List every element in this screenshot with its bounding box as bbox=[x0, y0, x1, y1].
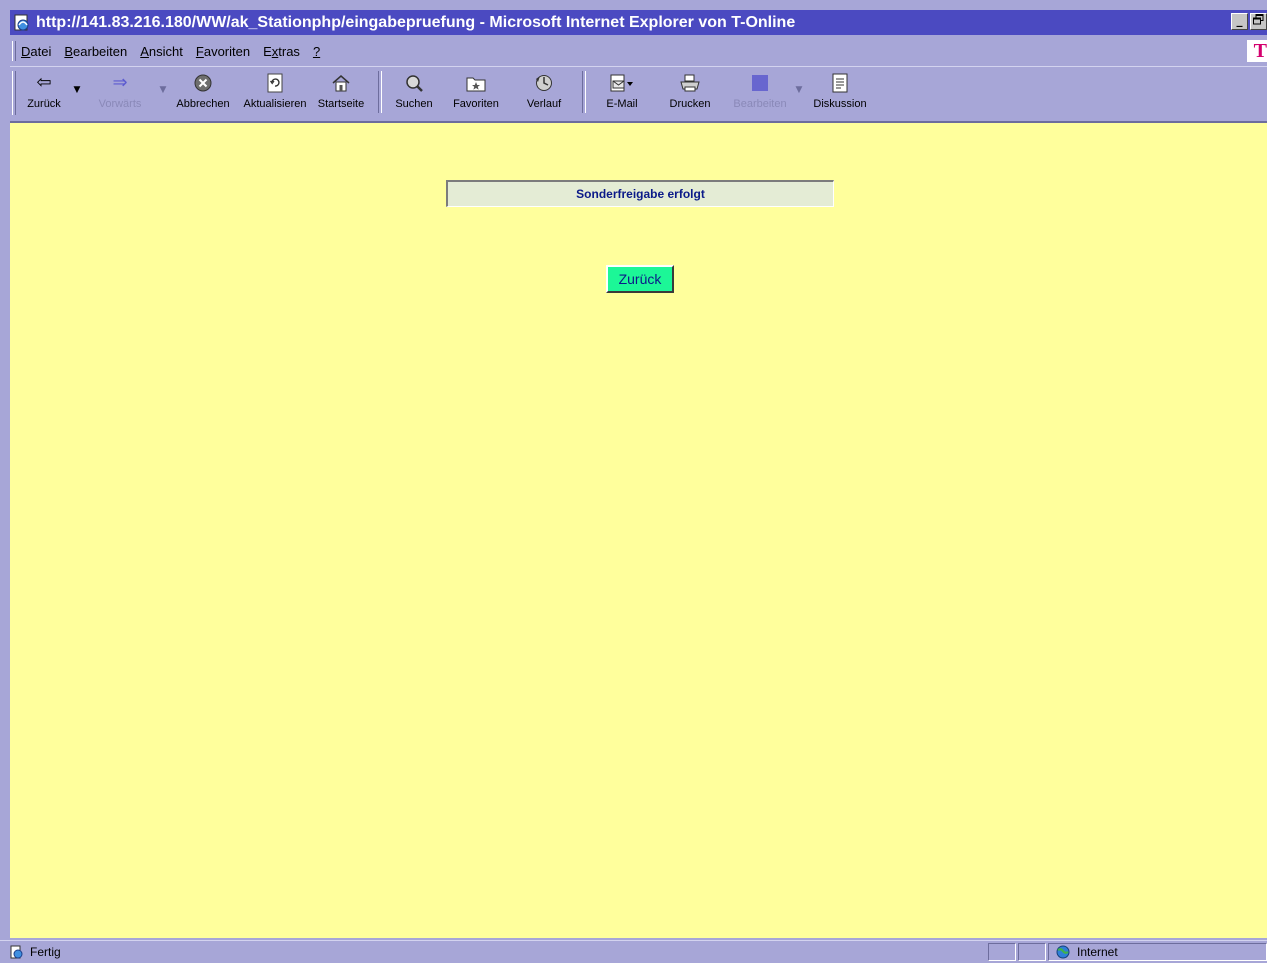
minimize-button[interactable]: _ bbox=[1231, 13, 1248, 30]
search-icon bbox=[401, 71, 427, 95]
menu-ansicht[interactable]: Ansicht bbox=[140, 44, 183, 59]
forward-arrow-icon: ⇒ bbox=[112, 72, 128, 93]
status-message-box: Sonderfreigabe erfolgt bbox=[446, 180, 834, 207]
t-online-logo: T bbox=[1247, 40, 1267, 62]
history-icon bbox=[531, 71, 557, 95]
status-main: Fertig bbox=[10, 945, 61, 959]
back-toolbar-button[interactable]: ⇦ Zurück bbox=[16, 67, 72, 117]
window-title: http://141.83.216.180/WW/ak_Stationphp/e… bbox=[36, 13, 796, 31]
stop-icon bbox=[190, 71, 216, 95]
menu-extras[interactable]: Extras bbox=[263, 44, 300, 59]
discuss-toolbar-button[interactable]: Diskussion bbox=[804, 67, 876, 117]
ie-page-icon bbox=[13, 14, 31, 32]
printer-icon bbox=[677, 71, 703, 95]
edit-icon bbox=[747, 71, 773, 95]
status-message: Sonderfreigabe erfolgt bbox=[576, 187, 705, 201]
status-bar: Fertig Internet bbox=[0, 940, 1267, 963]
menu-help[interactable]: ? bbox=[313, 44, 320, 59]
menu-favoriten[interactable]: Favoriten bbox=[196, 44, 250, 59]
print-toolbar-button[interactable]: Drucken bbox=[654, 67, 726, 117]
refresh-icon bbox=[262, 71, 288, 95]
status-panel-2 bbox=[1018, 943, 1046, 961]
window-controls: _ bbox=[1229, 13, 1267, 30]
browser-window: http://141.83.216.180/WW/ak_Stationphp/e… bbox=[0, 0, 1267, 963]
back-dropdown-icon[interactable]: ▼ bbox=[72, 85, 82, 95]
favorites-folder-icon bbox=[463, 71, 489, 95]
edit-dropdown-icon[interactable]: ▼ bbox=[794, 85, 804, 95]
status-text: Fertig bbox=[30, 945, 61, 959]
menu-datei[interactable]: Datei bbox=[21, 44, 51, 59]
mail-icon bbox=[609, 71, 635, 95]
toolbar-separator bbox=[378, 71, 382, 113]
menu-bar: Datei Bearbeiten Ansicht Favoriten Extra… bbox=[10, 38, 1267, 64]
title-bar[interactable]: http://141.83.216.180/WW/ak_Stationphp/e… bbox=[10, 10, 1267, 35]
home-toolbar-button[interactable]: Startseite bbox=[312, 67, 370, 117]
status-panel-1 bbox=[988, 943, 1016, 961]
back-arrow-icon: ⇦ bbox=[36, 72, 52, 93]
history-toolbar-button[interactable]: Verlauf bbox=[514, 67, 574, 117]
home-icon bbox=[328, 71, 354, 95]
toolbar: ⇦ Zurück ▼ ⇒ Vorwärts ▼ Abbrechen Aktual… bbox=[10, 66, 1267, 119]
refresh-toolbar-button[interactable]: Aktualisieren bbox=[238, 67, 312, 117]
page-content: Sonderfreigabe erfolgt Zurück bbox=[10, 121, 1267, 938]
discussion-icon bbox=[827, 71, 853, 95]
page-done-icon bbox=[10, 945, 24, 959]
search-toolbar-button[interactable]: Suchen bbox=[390, 67, 438, 117]
restore-icon bbox=[1253, 14, 1264, 25]
forward-toolbar-button[interactable]: ⇒ Vorwärts bbox=[82, 67, 158, 117]
restore-button[interactable] bbox=[1250, 13, 1267, 30]
menu-bearbeiten[interactable]: Bearbeiten bbox=[64, 44, 127, 59]
security-zone-panel[interactable]: Internet bbox=[1048, 943, 1267, 961]
zone-label: Internet bbox=[1077, 945, 1118, 959]
globe-icon bbox=[1055, 945, 1071, 959]
forward-dropdown-icon[interactable]: ▼ bbox=[158, 85, 168, 95]
back-button[interactable]: Zurück bbox=[606, 265, 674, 293]
mail-toolbar-button[interactable]: E-Mail bbox=[590, 67, 654, 117]
menu-grip bbox=[12, 41, 16, 61]
edit-toolbar-button[interactable]: Bearbeiten bbox=[726, 67, 794, 117]
toolbar-separator bbox=[582, 71, 586, 113]
stop-toolbar-button[interactable]: Abbrechen bbox=[168, 67, 238, 117]
favorites-toolbar-button[interactable]: Favoriten bbox=[438, 67, 514, 117]
